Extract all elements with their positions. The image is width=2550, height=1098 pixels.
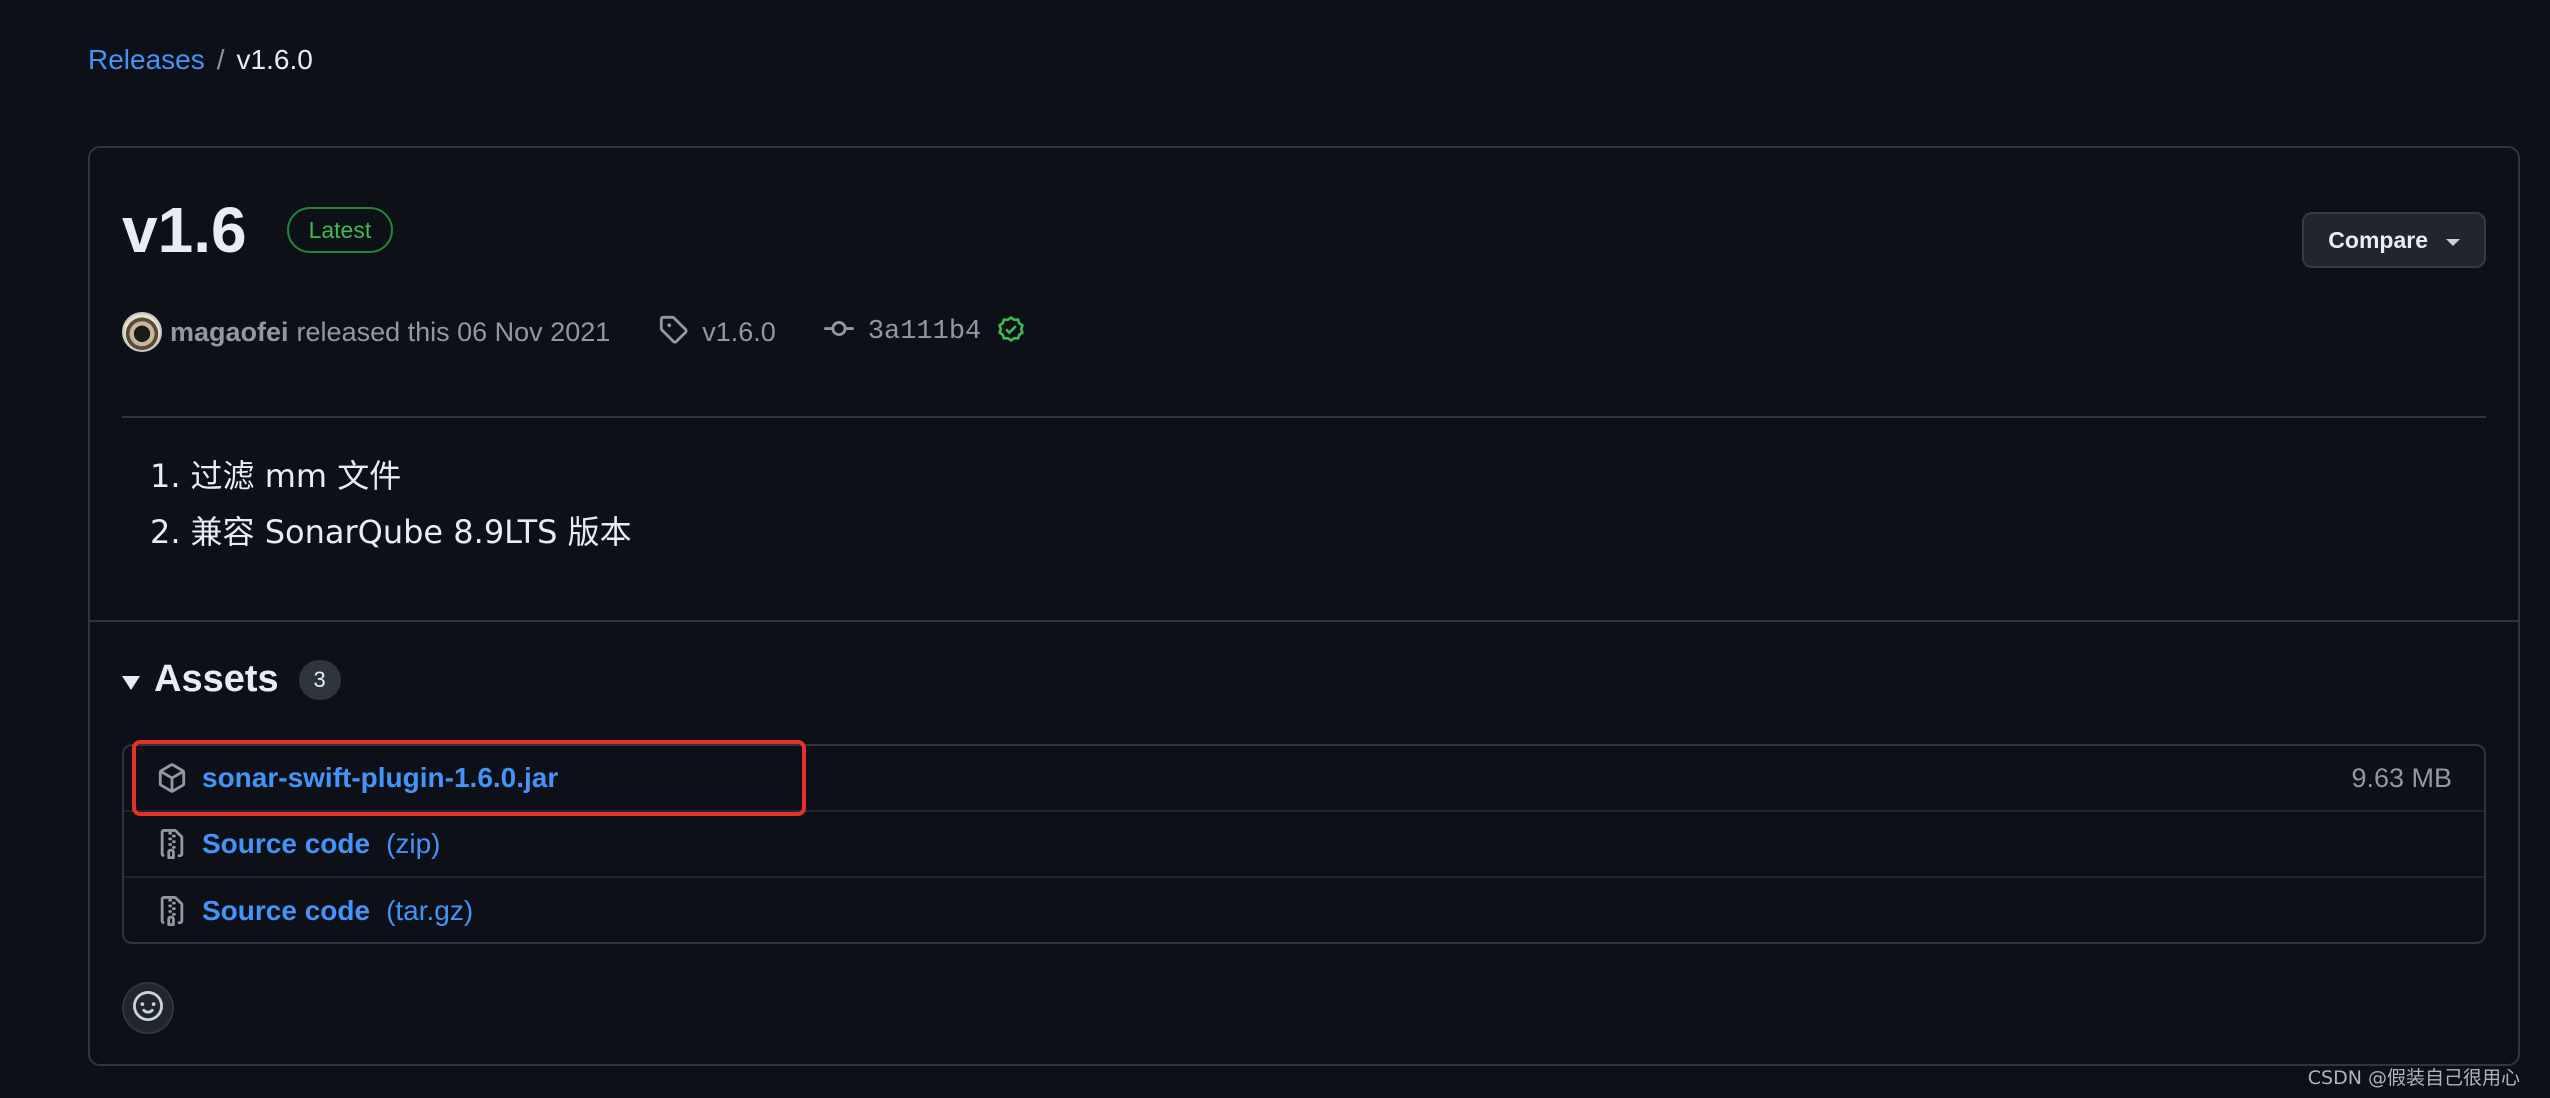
list-item: 1. 过滤 mm 文件 [150,448,632,504]
commit-link[interactable]: 3a111b4 [823,313,1027,352]
watermark: CSDN @假装自己很用心 [2307,1067,2520,1089]
tag-link[interactable]: v1.6.0 [658,314,776,351]
compare-label: Compare [2328,226,2428,253]
compare-button[interactable]: Compare [2302,212,2486,268]
assets-title: Assets [154,658,279,700]
list-item: Source code (tar.gz) [124,878,2484,944]
add-reaction-button[interactable] [122,982,174,1034]
notes-divider [90,620,2518,622]
latest-badge: Latest [286,207,394,253]
author-link[interactable]: magaofei [170,317,289,348]
asset-format[interactable]: (tar.gz) [386,895,473,927]
release-meta: magaofei released this 06 Nov 2021 v1.6.… [122,310,1027,354]
breadcrumb-releases-link[interactable]: Releases [88,42,205,78]
package-icon [156,762,188,794]
commit-hash: 3a111b4 [867,317,982,347]
release-header: v1.6 Latest [122,194,394,266]
list-item: 2. 兼容 SonarQube 8.9LTS 版本 [150,504,632,560]
breadcrumb: Releases / v1.6.0 [88,42,313,78]
chevron-down-icon [2446,238,2460,246]
tag-label: v1.6.0 [702,316,776,347]
assets-toggle[interactable]: Assets 3 [122,658,341,701]
source-code-targz-link[interactable]: Source code [202,895,370,927]
asset-size: 9.63 MB [2351,762,2452,793]
list-item: sonar-swift-plugin-1.6.0.jar 9.63 MB [124,746,2484,812]
asset-download-link[interactable]: sonar-swift-plugin-1.6.0.jar [202,762,558,794]
assets-list: sonar-swift-plugin-1.6.0.jar 9.63 MB Sou… [122,744,2486,944]
header-divider [122,416,2486,418]
released-text: released this 06 Nov 2021 [296,316,611,347]
source-code-zip-link[interactable]: Source code [202,828,370,860]
asset-format[interactable]: (zip) [386,828,440,860]
list-text: 过滤 mm 文件 [190,457,402,495]
list-number: 2. [150,513,181,551]
avatar[interactable] [122,312,162,352]
list-number: 1. [150,457,181,495]
breadcrumb-current: v1.6.0 [236,44,313,75]
verified-icon[interactable] [995,313,1027,352]
release-card: v1.6 Latest Compare magaofei released th… [88,146,2520,1066]
file-zip-icon [156,828,188,860]
release-notes: 1. 过滤 mm 文件 2. 兼容 SonarQube 8.9LTS 版本 [150,448,632,560]
file-zip-icon [156,895,188,927]
smiley-icon [133,990,163,1026]
list-item: Source code (zip) [124,812,2484,878]
list-text: 兼容 SonarQube 8.9LTS 版本 [190,513,632,551]
assets-count-badge: 3 [298,659,341,700]
git-commit-icon [823,314,854,351]
breadcrumb-separator: / [216,44,225,75]
triangle-down-icon [122,675,140,690]
release-title[interactable]: v1.6 [122,194,247,266]
tag-icon [658,314,688,351]
